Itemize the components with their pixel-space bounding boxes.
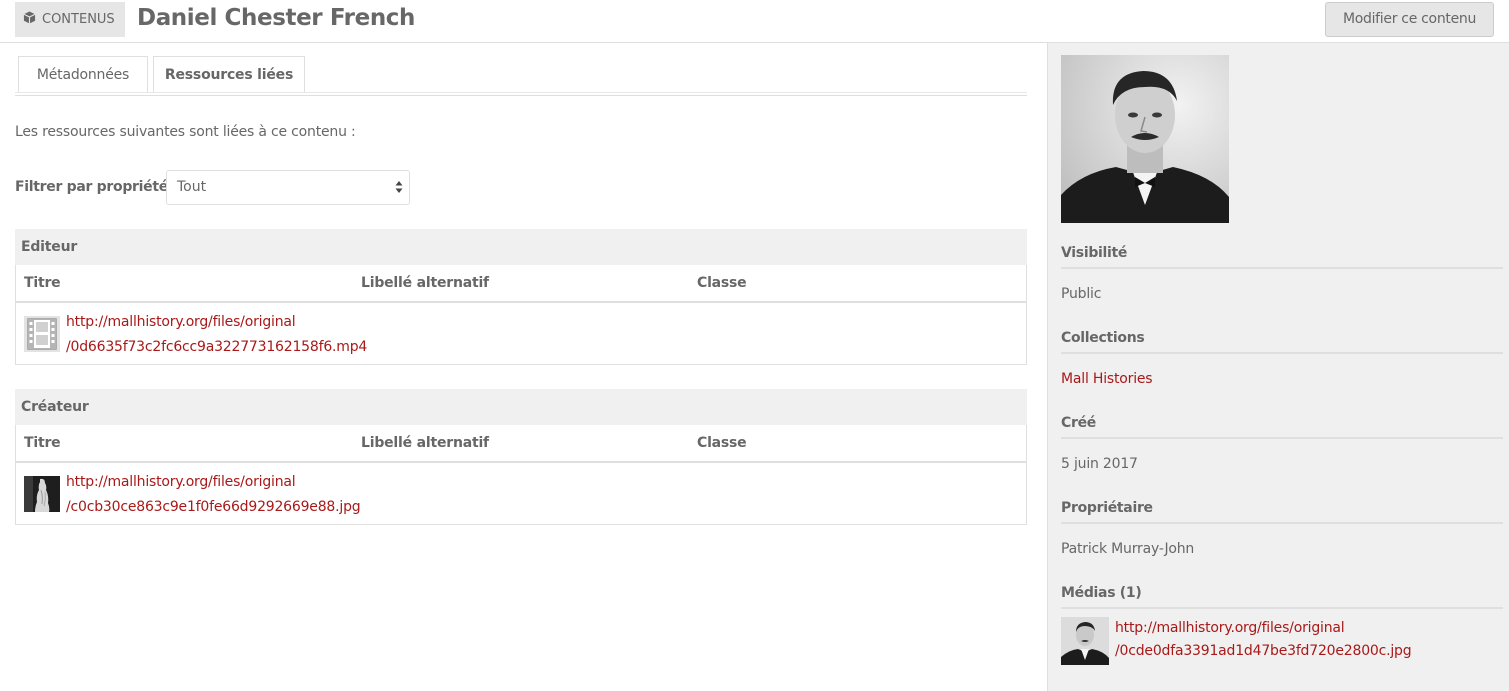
collection-link[interactable]: Mall Histories — [1061, 371, 1153, 387]
column-header-title: Titre — [24, 275, 61, 291]
created-section: Créé 5 juin 2017 — [1061, 415, 1503, 472]
media-section: Médias (1) http://mallhistory.org/files/… — [1061, 585, 1503, 665]
linked-resources-table: Titre Libellé alternatif Classe http://m… — [15, 265, 1027, 365]
cube-icon — [23, 11, 36, 24]
table-header: Titre Libellé alternatif Classe — [16, 425, 1026, 463]
tab-metadata[interactable]: Métadonnées — [18, 56, 148, 92]
filter-label: Filtrer par propriété — [15, 179, 168, 195]
select-arrows-icon — [395, 181, 403, 193]
owner-section: Propriétaire Patrick Murray-John — [1061, 500, 1503, 557]
linked-resource-link[interactable]: http://mallhistory.org/files/original/0d… — [66, 310, 367, 360]
video-file-icon[interactable] — [24, 316, 60, 352]
linked-intro-text: Les ressources suivantes sont liées à ce… — [15, 124, 356, 140]
visibility-section: Visibilité Public — [1061, 245, 1503, 302]
group-heading: Editeur — [15, 229, 1027, 265]
created-heading: Créé — [1061, 415, 1503, 439]
page-title: Daniel Chester French — [137, 5, 416, 31]
owner-value: Patrick Murray-John — [1061, 541, 1195, 557]
linked-group-publisher: Editeur Titre Libellé alternatif Classe … — [15, 229, 1027, 365]
visibility-heading: Visibilité — [1061, 245, 1503, 269]
media-thumbnail[interactable] — [1061, 617, 1109, 665]
visibility-value: Public — [1061, 286, 1102, 302]
column-header-title: Titre — [24, 435, 61, 451]
top-bar: CONTENUS Daniel Chester French Modifier … — [0, 0, 1509, 43]
column-header-class: Classe — [697, 275, 747, 291]
media-link[interactable]: http://mallhistory.org/files/original/0c… — [1115, 617, 1412, 665]
group-heading: Créateur — [15, 389, 1027, 425]
linked-resource-link[interactable]: http://mallhistory.org/files/original/c0… — [66, 470, 361, 520]
collections-heading: Collections — [1061, 330, 1503, 354]
linked-resources-table: Titre Libellé alternatif Classe http://m… — [15, 425, 1027, 525]
section-tabs: Métadonnées Ressources liées — [15, 56, 1027, 96]
column-header-alt-label: Libellé alternatif — [361, 275, 489, 291]
item-primary-image[interactable] — [1061, 55, 1229, 223]
table-header: Titre Libellé alternatif Classe — [16, 265, 1026, 303]
filter-property-select[interactable]: Tout — [166, 170, 410, 205]
edit-item-button[interactable]: Modifier ce contenu — [1325, 2, 1494, 37]
table-row: http://mallhistory.org/files/original/c0… — [16, 463, 1026, 524]
media-heading: Médias (1) — [1061, 585, 1503, 609]
tab-linked-resources[interactable]: Ressources liées — [153, 56, 305, 92]
statue-thumbnail[interactable] — [24, 476, 60, 512]
item-sidebar: Visibilité Public Collections Mall Histo… — [1047, 43, 1509, 691]
created-value: 5 juin 2017 — [1061, 456, 1138, 472]
owner-heading: Propriétaire — [1061, 500, 1503, 524]
column-header-alt-label: Libellé alternatif — [361, 435, 489, 451]
filter-selected-value: Tout — [177, 179, 207, 195]
collections-section: Collections Mall Histories — [1061, 330, 1503, 387]
column-header-class: Classe — [697, 435, 747, 451]
resource-type-badge: CONTENUS — [15, 2, 125, 37]
media-item: http://mallhistory.org/files/original/0c… — [1061, 617, 1503, 665]
linked-group-creator: Créateur Titre Libellé alternatif Classe… — [15, 389, 1027, 525]
tabs-divider — [15, 92, 1027, 93]
resource-type-label: CONTENUS — [42, 12, 115, 27]
table-row: http://mallhistory.org/files/original/0d… — [16, 303, 1026, 364]
